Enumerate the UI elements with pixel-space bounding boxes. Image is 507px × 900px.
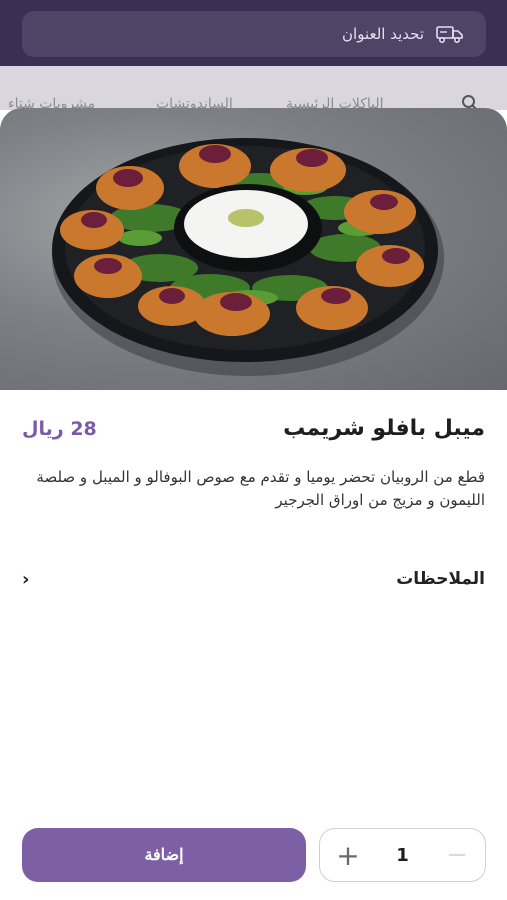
minus-icon[interactable]: − [443,840,471,870]
quantity-value: 1 [396,844,409,866]
notes-row[interactable]: › الملاحظات [22,564,485,594]
chevron-right-icon: › [22,568,30,590]
product-title: ميبل بافلو شريمب [283,416,485,441]
add-to-cart-button[interactable]: إضافة [22,828,306,882]
address-selector[interactable]: تحديد العنوان [22,11,486,57]
product-price: 28 ريال [22,418,97,440]
plus-icon[interactable]: + [334,839,362,872]
product-sheet: ميبل بافلو شريمب 28 ريال قطع من الروبيان… [0,108,507,900]
quantity-stepper: + 1 − [319,828,486,882]
address-label: تحديد العنوان [342,25,424,43]
delivery-truck-icon [436,26,463,44]
food-photo [0,108,507,390]
top-header: تحديد العنوان [0,0,507,66]
product-description: قطع من الروبيان تحضر يوميا و تقدم مع صوص… [36,468,485,509]
category-tabs: مشروبات شتاء الساندوتشات الباكلات الرئيس… [0,66,507,110]
notes-label: الملاحظات [396,569,485,589]
